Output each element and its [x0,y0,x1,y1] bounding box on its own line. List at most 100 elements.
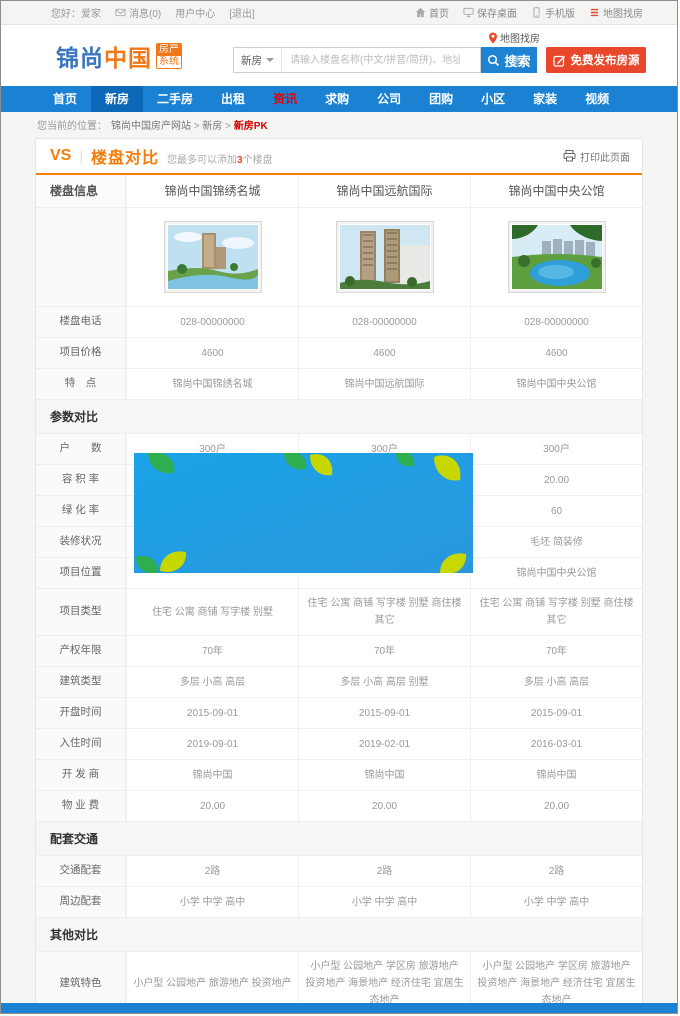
table-row: 交通配套2路2路2路 [36,855,642,886]
row-label: 开 发 商 [36,760,126,790]
row-value: 多层 小高 高层 别墅 [298,667,470,697]
row-value: 70年 [126,636,298,666]
section-header-16: 配套交通 [36,821,642,855]
page-title: 楼盘对比 [91,144,159,168]
breadcrumb-link[interactable]: 锦尚中国房产网站 [111,121,191,132]
home-icon [415,7,426,18]
photo-row-label [36,208,126,306]
compare-subtitle: 您最多可以添加3个楼盘 [167,151,273,166]
breadcrumb-current: 新房PK [234,121,268,132]
breadcrumb-prefix: 您当前的位置： [37,117,107,132]
nav-item-10[interactable]: 视频 [571,86,623,112]
row-label: 装修状况 [36,527,126,557]
phone-icon [531,7,542,18]
row-value: 2019-02-01 [298,729,470,759]
row-value: 多层 小高 高层 [470,667,642,697]
nav-item-5[interactable]: 求购 [311,86,363,112]
user-center-link[interactable]: 用户中心 [175,5,215,20]
row-label: 项目类型 [36,589,126,635]
nav-item-6[interactable]: 公司 [363,86,415,112]
search-category-select[interactable]: 新房 [233,47,281,73]
row-label: 绿 化 率 [36,496,126,526]
property-photo-cell-1 [298,208,470,306]
breadcrumb: 您当前的位置： 锦尚中国房产网站 > 新房 > 新房PK [1,112,677,136]
topbar-link-0[interactable]: 首页 [415,5,449,20]
section-header-3: 参数对比 [36,399,642,433]
table-row: 周边配套小学 中学 高中小学 中学 高中小学 中学 高中 [36,886,642,917]
row-value: 70年 [298,636,470,666]
row-value: 60 [470,496,642,526]
row-value: 2015-09-01 [126,698,298,728]
row-value: 20.00 [470,465,642,495]
row-value: 2路 [298,856,470,886]
nav-item-8[interactable]: 小区 [467,86,519,112]
row-value: 小学 中学 高中 [470,887,642,917]
search-button[interactable]: 搜索 [481,47,537,73]
row-label: 产权年限 [36,636,126,666]
property-name-2[interactable]: 锦尚中国中央公馆 [470,175,642,207]
compare-table: 楼盘信息锦尚中国锦绣名城锦尚中国远航国际锦尚中国中央公馆楼盘电话028-0000… [36,175,642,1014]
menu-icon [589,7,600,18]
nav-item-0[interactable]: 首页 [39,86,91,112]
search-bar: 新房 搜索 [233,47,537,73]
property-name-1[interactable]: 锦尚中国远航国际 [298,175,470,207]
nav-item-9[interactable]: 家装 [519,86,571,112]
riverside-building-photo[interactable] [164,221,262,293]
property-name-0[interactable]: 锦尚中国锦绣名城 [126,175,298,207]
row-label: 建筑类型 [36,667,126,697]
row-value: 毛坯 简装修 [470,527,642,557]
map-find-link[interactable]: 地图找房 [488,30,540,45]
row-value: 锦尚中国中央公馆 [470,558,642,588]
row-value: 300户 [470,434,642,464]
table-row: 物 业 费20.0020.0020.00 [36,790,642,821]
twin-towers-photo[interactable] [336,221,434,293]
logo-text-1: 锦尚 [56,39,104,73]
topbar-link-3[interactable]: 地图找房 [589,5,643,20]
nav-item-7[interactable]: 团购 [415,86,467,112]
compare-header: VS | 楼盘对比 您最多可以添加3个楼盘 打印此页面 [36,139,642,175]
table-row: 产权年限70年70年70年 [36,635,642,666]
row-label: 特 点 [36,369,126,399]
nav-item-4[interactable]: 资讯 [259,86,311,112]
topbar-right-links: 首页保存桌面手机版地图找房 [401,5,643,21]
topbar-link-2[interactable]: 手机版 [531,5,575,20]
print-page-button[interactable]: 打印此页面 [563,149,630,164]
nav-item-2[interactable]: 二手房 [143,86,207,112]
site-logo[interactable]: 锦尚 中国 房产 系统 [56,39,182,73]
mail-icon [115,7,126,18]
print-page-label: 打印此页面 [580,149,630,164]
row-value: 锦尚中国远航国际 [298,369,470,399]
section-header-19: 其他对比 [36,917,642,951]
lakeside-community-photo[interactable] [508,221,606,293]
main-nav: 首页新房二手房出租资讯求购公司团购小区家装视频 [1,86,677,112]
vs-mark: VS [50,147,71,165]
search-input[interactable] [281,47,481,73]
page: 您好：爱家 消息(0) 用户中心 [退出] 首页保存桌面手机版地图找房 锦尚 中… [0,0,678,1014]
row-label: 项目位置 [36,558,126,588]
topbar-link-label: 首页 [429,5,449,20]
site-header: 锦尚 中国 房产 系统 地图找房 新房 搜索 免费发布房源 [1,25,677,86]
messages-link[interactable]: 消息(0) [115,5,161,20]
edit-icon [553,54,566,67]
row-value: 住宅 公寓 商铺 写字楼 别墅 [126,589,298,635]
microphone-icon[interactable] [511,54,523,66]
row-value: 2016-03-01 [470,729,642,759]
row-value: 小学 中学 高中 [126,887,298,917]
row-value: 4600 [470,338,642,368]
row-value: 住宅 公寓 商铺 写字楼 别墅 商住楼 其它 [298,589,470,635]
printer-icon [563,150,576,162]
property-photo-cell-2 [470,208,642,306]
topbar-link-1[interactable]: 保存桌面 [463,5,517,20]
nav-item-3[interactable]: 出租 [207,86,259,112]
logout-link[interactable]: [退出] [229,5,255,20]
breadcrumb-link[interactable]: 新房 [202,121,222,132]
row-label: 物 业 费 [36,791,126,821]
row-value: 028-00000000 [126,307,298,337]
greeting-text: 您好：爱家 [51,5,101,20]
publish-listing-button[interactable]: 免费发布房源 [546,47,646,73]
messages-label: 消息(0) [129,5,161,20]
nav-item-1[interactable]: 新房 [91,86,143,112]
chevron-down-icon [266,58,274,62]
top-bar: 您好：爱家 消息(0) 用户中心 [退出] 首页保存桌面手机版地图找房 [1,1,677,25]
logo-badge: 房产 系统 [156,43,182,69]
